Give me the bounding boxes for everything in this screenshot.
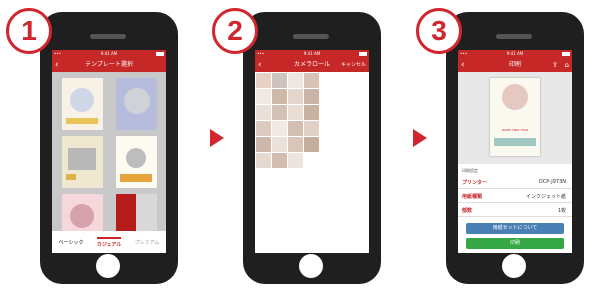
- photo-thumbnail[interactable]: [255, 72, 271, 88]
- phone-step-1: ••• 9:41 AM ‹ テンプレート選択 ベーシック カジュアル プレミアム: [40, 12, 178, 284]
- home-button[interactable]: [96, 254, 120, 278]
- photo-thumbnail[interactable]: [303, 120, 319, 136]
- phone-step-2: ••• 9:41 AM ‹ カメラロール キャンセル: [243, 12, 381, 284]
- photo-thumbnail[interactable]: [255, 104, 271, 120]
- photo-thumbnail[interactable]: [271, 88, 287, 104]
- home-icon[interactable]: ⌂: [565, 58, 569, 72]
- nav-title: テンプレート選択: [85, 61, 133, 68]
- photo-thumbnail[interactable]: [303, 72, 319, 88]
- tab-basic[interactable]: ベーシック: [59, 239, 84, 246]
- print-button[interactable]: 印刷: [466, 238, 564, 249]
- print-preview: HAPPY NEW YEAR: [458, 72, 572, 164]
- speaker: [496, 34, 532, 39]
- home-button[interactable]: [299, 254, 323, 278]
- back-icon[interactable]: ‹: [461, 58, 465, 72]
- nav-title: カメラロール: [293, 61, 330, 68]
- template-card[interactable]: [62, 78, 103, 130]
- photo-thumbnail[interactable]: [287, 120, 303, 136]
- tab-premium[interactable]: プレミアム: [135, 239, 160, 246]
- status-bar: ••• 9:41 AM: [52, 50, 166, 58]
- photo-thumbnail[interactable]: [271, 152, 287, 168]
- template-card[interactable]: [116, 78, 157, 130]
- photo-thumbnail[interactable]: [287, 88, 303, 104]
- photo-thumbnail[interactable]: [255, 88, 271, 104]
- photo-thumbnail[interactable]: [287, 72, 303, 88]
- nav-title: 印刷: [508, 61, 521, 68]
- template-grid: [52, 72, 166, 246]
- photo-thumbnail[interactable]: [255, 136, 271, 152]
- photo-thumbnail[interactable]: [271, 104, 287, 120]
- status-bar: ••• 9:41 AM: [255, 50, 369, 58]
- photo-thumbnail[interactable]: [271, 72, 287, 88]
- photo-thumbnail[interactable]: [287, 104, 303, 120]
- photo-thumbnail[interactable]: [255, 120, 271, 136]
- back-icon[interactable]: ‹: [55, 58, 59, 72]
- home-button[interactable]: [502, 254, 526, 278]
- photo-thumbnail[interactable]: [271, 120, 287, 136]
- nav-bar: ‹ テンプレート選択: [52, 58, 166, 72]
- nav-bar: ‹ カメラロール キャンセル: [255, 58, 369, 72]
- back-icon[interactable]: ‹: [258, 58, 262, 72]
- paper-type-row[interactable]: 用紙種類 インクジェット紙: [458, 189, 572, 203]
- template-card[interactable]: [116, 136, 157, 188]
- template-card[interactable]: [62, 136, 103, 188]
- arrow-right-icon: [413, 129, 427, 147]
- copies-row[interactable]: 部数 1枚: [458, 203, 572, 217]
- camera-roll-screen: ••• 9:41 AM ‹ カメラロール キャンセル: [255, 50, 369, 253]
- step-badge-1: 1: [6, 8, 52, 54]
- printer-row[interactable]: プリンター DCP-J973N: [458, 175, 572, 189]
- share-icon[interactable]: ⇪: [552, 58, 558, 72]
- status-bar: ••• 9:41 AM: [458, 50, 572, 58]
- cancel-button[interactable]: キャンセル: [341, 58, 366, 72]
- photo-thumbnail[interactable]: [303, 104, 319, 120]
- speaker: [293, 34, 329, 39]
- photo-thumbnail[interactable]: [287, 136, 303, 152]
- paper-set-info-button[interactable]: 用紙セットについて: [466, 223, 564, 234]
- photo-thumbnail[interactable]: [255, 152, 271, 168]
- template-select-screen: ••• 9:41 AM ‹ テンプレート選択 ベーシック カジュアル プレミアム: [52, 50, 166, 253]
- template-tabs: ベーシック カジュアル プレミアム: [52, 231, 166, 253]
- photo-thumbnail[interactable]: [287, 152, 303, 168]
- step-badge-3: 3: [416, 8, 462, 54]
- photo-grid: [255, 72, 333, 168]
- print-screen: ••• 9:41 AM ‹ 印刷 ⇪ ⌂ HAPPY NEW YEAR 印刷設定 …: [458, 50, 572, 253]
- nav-bar: ‹ 印刷 ⇪ ⌂: [458, 58, 572, 72]
- photo-thumbnail[interactable]: [271, 136, 287, 152]
- card-preview: HAPPY NEW YEAR: [490, 78, 540, 156]
- speaker: [90, 34, 126, 39]
- step-badge-2: 2: [212, 8, 258, 54]
- card-text: HAPPY NEW YEAR: [501, 128, 529, 132]
- arrow-right-icon: [210, 129, 224, 147]
- section-label: 印刷設定: [462, 168, 478, 173]
- phone-step-3: ••• 9:41 AM ‹ 印刷 ⇪ ⌂ HAPPY NEW YEAR 印刷設定 …: [446, 12, 584, 284]
- tab-casual[interactable]: カジュアル: [96, 236, 122, 248]
- photo-thumbnail[interactable]: [303, 136, 319, 152]
- photo-thumbnail[interactable]: [303, 88, 319, 104]
